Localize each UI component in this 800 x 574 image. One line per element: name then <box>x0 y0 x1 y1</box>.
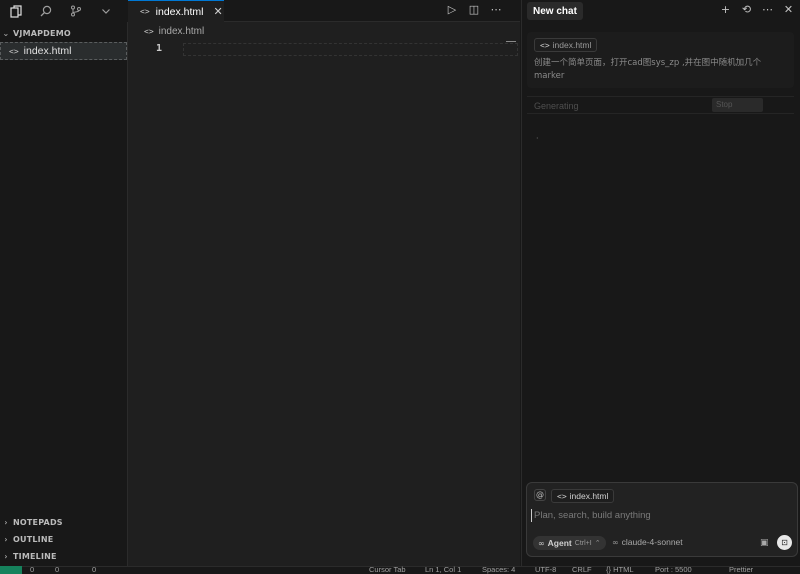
section-label: TIMELINE <box>13 552 57 561</box>
infinity-icon: ∞ <box>538 538 545 548</box>
current-line[interactable] <box>183 43 518 56</box>
status-eol[interactable]: CRLF <box>572 566 592 574</box>
status-language[interactable]: {} HTML <box>606 566 634 574</box>
new-chat-tab[interactable]: New chat <box>527 2 583 20</box>
section-label: NOTEPADS <box>13 518 63 527</box>
project-header[interactable]: ⌄ VJMAPDEMO <box>0 25 127 42</box>
chevron-right-icon: › <box>4 518 8 527</box>
close-icon[interactable]: ✕ <box>214 5 223 18</box>
split-editor-icon[interactable]: ◫ <box>468 3 480 16</box>
section-timeline[interactable]: › TIMELINE <box>0 548 128 565</box>
at-mention-icon[interactable]: @ <box>534 489 546 501</box>
code-icon: <> <box>140 7 150 16</box>
status-position[interactable]: Ln 1, Col 1 <box>425 566 461 574</box>
section-label: OUTLINE <box>13 535 54 544</box>
chip-label: index.html <box>569 491 609 501</box>
chevron-up-icon: ⌃ <box>594 539 601 547</box>
explorer-sidebar: ⌄ VJMAPDEMO <> index.html › NOTEPADS › O… <box>0 22 128 566</box>
status-prettier[interactable]: Prettier <box>729 566 753 574</box>
ports-count[interactable]: 0 <box>92 566 96 574</box>
generating-label: Generating <box>534 101 579 111</box>
model-icon: ∞ <box>612 537 619 547</box>
minimap[interactable] <box>506 41 516 42</box>
model-label: claude-4-sonnet <box>621 537 683 547</box>
chevron-right-icon: › <box>4 552 8 561</box>
breadcrumb-item[interactable]: index.html <box>159 26 205 37</box>
model-selector[interactable]: ∞ claude-4-sonnet <box>612 537 683 547</box>
section-outline[interactable]: › OUTLINE <box>0 531 128 548</box>
errors-count[interactable]: 0 <box>30 566 34 574</box>
sidebar-sections: › NOTEPADS › OUTLINE › TIMELINE <box>0 514 128 565</box>
chevron-down-icon[interactable] <box>98 3 114 19</box>
editor-actions: ▷ ◫ ⋯ <box>446 3 502 16</box>
code-icon: <> <box>540 40 550 50</box>
send-button[interactable]: ⊡ <box>777 535 792 550</box>
status-spaces[interactable]: Spaces: 4 <box>482 566 515 574</box>
chevron-right-icon: › <box>4 535 8 544</box>
more-icon[interactable]: ⋯ <box>762 3 773 16</box>
breadcrumb: <> index.html <box>144 26 204 37</box>
agent-mode-button[interactable]: ∞ Agent Ctrl+I ⌃ <box>533 536 606 550</box>
source-control-icon[interactable] <box>68 3 84 19</box>
chat-header-actions: + ⟲ ⋯ ✕ <box>720 3 794 16</box>
section-notepads[interactable]: › NOTEPADS <box>0 514 128 531</box>
chat-title: New chat <box>533 5 577 17</box>
remote-indicator[interactable] <box>0 566 22 574</box>
file-name: index.html <box>23 45 72 57</box>
image-icon[interactable]: ▣ <box>760 538 769 548</box>
tab-label: index.html <box>155 5 204 18</box>
agent-shortcut: Ctrl+I <box>574 539 592 547</box>
line-number: 1 <box>156 43 163 54</box>
message-context-chip[interactable]: <> index.html <box>534 38 598 52</box>
code-icon: <> <box>557 491 567 501</box>
search-icon[interactable] <box>38 3 54 19</box>
editor-area[interactable] <box>128 22 520 566</box>
activity-bar <box>0 0 128 22</box>
files-icon[interactable] <box>8 3 24 19</box>
history-icon[interactable]: ⟲ <box>741 3 752 16</box>
code-icon: <> <box>144 27 154 36</box>
message-text: 创建一个简单页面，打开cad图sys_zp ,并在图中随机加几个marker <box>534 58 762 81</box>
close-icon[interactable]: ✕ <box>783 3 794 16</box>
code-icon: <> <box>9 46 19 56</box>
more-icon[interactable]: ⋯ <box>490 3 502 16</box>
run-icon[interactable]: ▷ <box>446 3 458 16</box>
status-port[interactable]: Port : 5500 <box>655 566 692 574</box>
chip-label: index.html <box>552 40 592 50</box>
loading-indicator: · <box>536 134 539 143</box>
status-cursor-tab[interactable]: Cursor Tab <box>369 566 406 574</box>
status-encoding[interactable]: UTF-8 <box>535 566 556 574</box>
editor-tab-bar: <> index.html ✕ ▷ ◫ ⋯ <box>128 0 520 22</box>
plus-icon[interactable]: + <box>720 3 731 16</box>
warnings-count[interactable]: 0 <box>55 566 59 574</box>
stop-button[interactable]: Stop <box>712 98 763 112</box>
file-item-index-html[interactable]: <> index.html <box>0 42 127 60</box>
tab-index-html[interactable]: <> index.html ✕ <box>128 0 224 22</box>
chat-input[interactable]: Plan, search, build anything <box>531 509 751 522</box>
project-name: VJMAPDEMO <box>13 29 71 38</box>
composer-context-chip[interactable]: <> index.html <box>551 489 615 503</box>
agent-label: Agent <box>547 538 572 548</box>
chevron-down-icon: ⌄ <box>2 29 10 38</box>
